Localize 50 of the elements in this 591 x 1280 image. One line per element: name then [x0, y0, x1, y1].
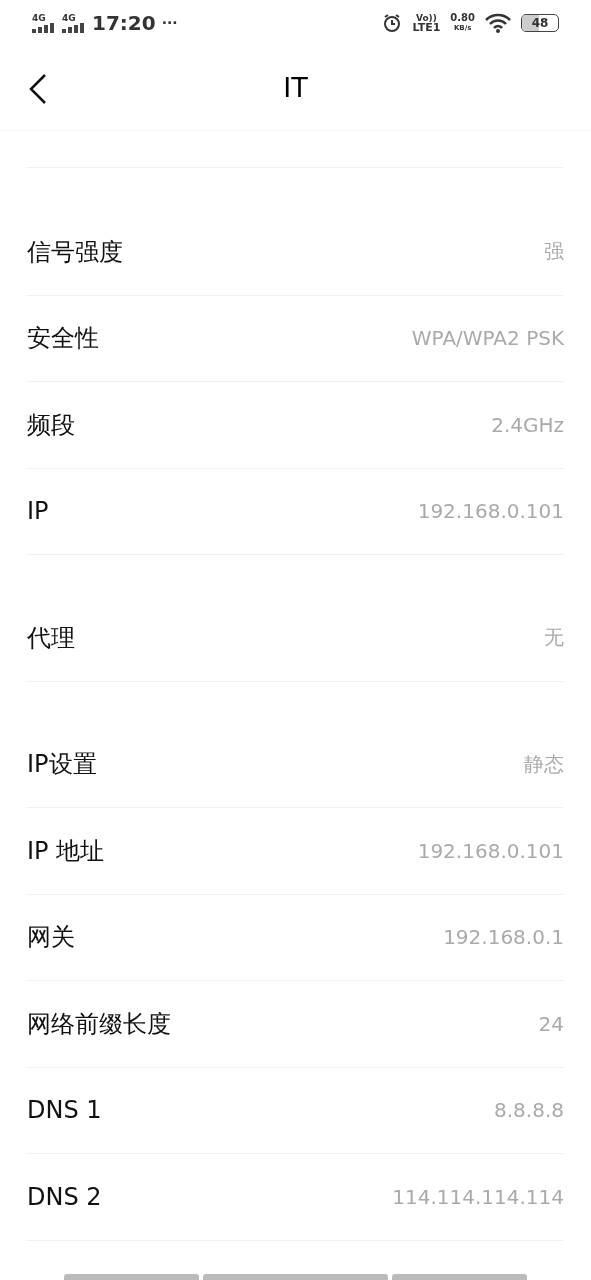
volte-label: Vo)) [415, 12, 437, 23]
settings-row[interactable]: 频段 2.4GHz [27, 382, 564, 469]
setting-label: 代理 [27, 622, 75, 654]
settings-row[interactable]: 安全性 WPA/WPA2 PSK [27, 295, 564, 382]
setting-label: DNS 2 [27, 1182, 102, 1211]
settings-row[interactable]: IP 192.168.0.101 [27, 468, 564, 555]
setting-label: DNS 1 [27, 1096, 102, 1125]
settings-row[interactable]: DNS 2 114.114.114.114 [27, 1154, 564, 1241]
more-notifications: ··· [161, 17, 178, 28]
setting-value: 静态 [524, 750, 564, 778]
network-speed: 0.80 [450, 12, 475, 23]
setting-label: IP [27, 497, 49, 526]
setting-label: 网络前缀长度 [27, 1008, 171, 1040]
network-type: 4G [62, 12, 76, 23]
signal-icon [62, 22, 86, 33]
settings-row[interactable]: IP设置 静态 [27, 721, 564, 808]
bottom-button[interactable] [392, 1274, 527, 1280]
setting-label: IP设置 [27, 749, 97, 781]
setting-label: IP 地址 [27, 835, 105, 867]
setting-value: 24 [538, 1011, 564, 1036]
setting-label: 信号强度 [27, 236, 123, 268]
setting-value: 192.168.0.1 [443, 925, 564, 950]
settings-row[interactable]: 信号强度 强 [27, 209, 564, 296]
bottom-button[interactable] [64, 1274, 199, 1280]
setting-label: 安全性 [27, 323, 99, 355]
page-title: IT [283, 72, 308, 103]
settings-row[interactable]: 网关 192.168.0.1 [27, 894, 564, 981]
network-type: 4G [32, 12, 46, 23]
settings-row[interactable]: DNS 1 8.8.8.8 [27, 1067, 564, 1154]
setting-value: WPA/WPA2 PSK [411, 326, 564, 351]
wifi-icon [485, 12, 511, 33]
settings-row[interactable]: IP 地址 192.168.0.101 [27, 808, 564, 895]
setting-value: 192.168.0.101 [417, 838, 564, 863]
setting-value: 2.4GHz [491, 412, 564, 437]
setting-label: 频段 [27, 409, 75, 441]
bottom-button[interactable] [203, 1274, 388, 1280]
setting-value: 192.168.0.101 [417, 499, 564, 524]
settings-row[interactable]: 代理 无 [27, 595, 564, 682]
setting-value: 114.114.114.114 [392, 1184, 564, 1209]
setting-value: 强 [544, 238, 564, 266]
alarm-icon [382, 12, 403, 33]
setting-label: 网关 [27, 922, 75, 954]
back-icon[interactable] [28, 73, 48, 105]
setting-value: 8.8.8.8 [494, 1098, 564, 1123]
settings-row[interactable]: 网络前缀长度 24 [27, 981, 564, 1068]
signal-icon [32, 22, 56, 33]
setting-value: 无 [544, 624, 564, 652]
lte-label: LTE1 [412, 22, 441, 33]
clock: 17:20 [92, 10, 156, 35]
battery-percent: 48 [531, 15, 549, 30]
